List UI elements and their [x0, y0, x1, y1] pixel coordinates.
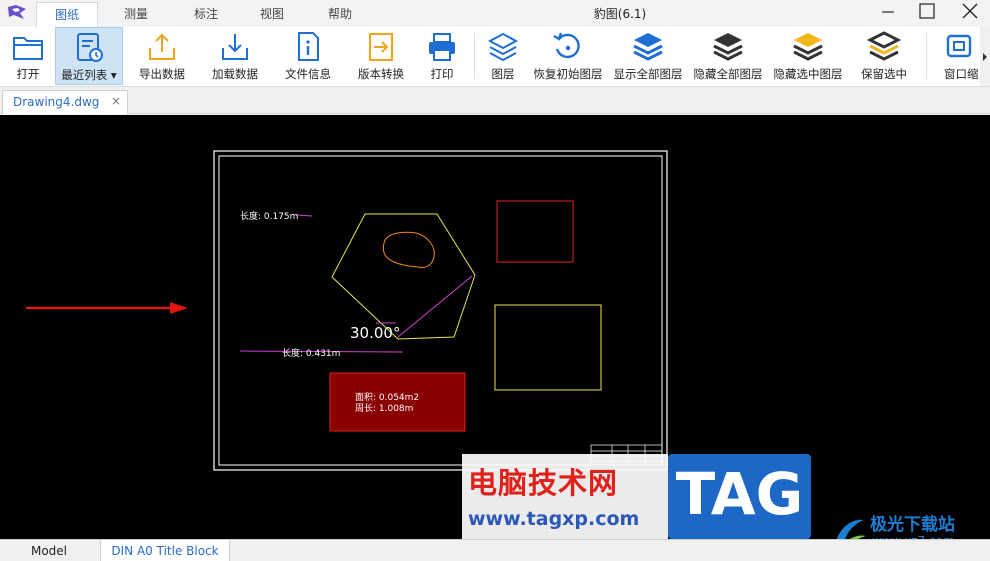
watermark-tag-text: TAG — [675, 460, 804, 528]
version-convert-label: 版本转换 — [358, 67, 404, 81]
restore-layers-icon — [553, 32, 580, 59]
show-layers-icon — [633, 33, 663, 61]
load-data-label: 加载数据 — [212, 67, 258, 81]
minimize-button[interactable] — [866, 0, 908, 24]
watermark-site: 电脑技术网 www.tagxp.com — [462, 454, 668, 539]
version-convert-icon — [369, 33, 393, 61]
tab-din-a0-title-block[interactable]: DIN A0 Title Block — [100, 540, 230, 561]
recent-list-label: 最近列表 ▾ — [61, 68, 117, 82]
load-data-button[interactable]: 加载数据 — [203, 27, 267, 85]
maximize-button[interactable] — [906, 0, 948, 24]
toolbar-separator — [926, 33, 927, 79]
layers-button[interactable]: 图层 — [480, 27, 526, 85]
show-all-layers-label: 显示全部图层 — [613, 67, 683, 81]
hide-layers-icon — [713, 33, 743, 61]
angle-label: 30.00° — [350, 324, 400, 342]
restore-layers-button[interactable]: 恢复初始图层 — [530, 27, 606, 85]
keep-selected-label: 保留选中 — [861, 67, 907, 81]
window-zoom-icon — [946, 34, 972, 58]
document-tab-name: Drawing4.dwg — [13, 95, 100, 109]
app-logo-icon — [8, 5, 26, 19]
export-icon — [149, 33, 175, 60]
window-zoom-label: 窗口缩 — [944, 67, 979, 81]
hide-selected-layer-icon — [793, 33, 823, 61]
title-bar: 图纸 测量 标注 视图 帮助 豹图(6.1) — [0, 0, 990, 27]
open-label: 打开 — [16, 67, 40, 81]
file-info-button[interactable]: 文件信息 — [276, 27, 340, 85]
recent-list-icon — [77, 33, 103, 62]
print-label: 打印 — [430, 67, 454, 81]
close-icon — [962, 3, 978, 19]
hide-all-layers-button[interactable]: 隐藏全部图层 — [690, 27, 766, 85]
watermark-site-name: 电脑技术网 — [468, 466, 619, 500]
yellow-rectangle[interactable] — [494, 304, 602, 391]
app-window: 图纸 测量 标注 视图 帮助 豹图(6.1) 打开 最近列表 ▾ 导出数据 加载… — [0, 0, 990, 561]
print-button[interactable]: 打印 — [418, 27, 466, 85]
layout-tab-strip: Model DIN A0 Title Block — [0, 539, 990, 561]
window-zoom-button[interactable]: 窗口缩 — [936, 27, 982, 85]
keep-selected-button[interactable]: 保留选中 — [852, 27, 916, 85]
menu-tab-view[interactable]: 视图 — [244, 2, 300, 27]
close-tab-icon[interactable]: × — [111, 94, 121, 108]
show-all-layers-button[interactable]: 显示全部图层 — [610, 27, 686, 85]
hide-all-layers-label: 隐藏全部图层 — [693, 67, 763, 81]
chevron-right-icon — [983, 53, 987, 61]
keep-selected-icon — [867, 31, 901, 61]
minimize-icon — [882, 11, 894, 13]
hide-selected-layer-label: 隐藏选中图层 — [773, 67, 843, 81]
file-info-icon — [298, 32, 319, 61]
watermark-logo-text: 极光下载站 — [870, 515, 955, 535]
document-tab-strip: Drawing4.dwg × — [0, 87, 990, 114]
document-tab[interactable]: Drawing4.dwg × — [2, 90, 128, 114]
import-icon — [222, 34, 248, 60]
angle-measure-line[interactable] — [397, 275, 473, 338]
recent-list-button[interactable]: 最近列表 ▾ — [55, 27, 123, 85]
length-label: 长度: 0.175m — [240, 210, 298, 222]
area-label: 面积: 0.054m2 — [355, 391, 419, 403]
hide-selected-layer-button[interactable]: 隐藏选中图层 — [770, 27, 846, 85]
maximize-icon — [919, 3, 935, 19]
restore-layers-label: 恢复初始图层 — [533, 67, 603, 81]
freeform-shape[interactable] — [382, 231, 435, 268]
toolbar-separator — [474, 33, 475, 79]
menu-tab-drawing[interactable]: 图纸 — [36, 2, 98, 27]
watermark-site-url: www.tagxp.com — [468, 508, 640, 530]
close-button[interactable] — [948, 0, 990, 24]
menu-tab-measure[interactable]: 测量 — [108, 2, 164, 27]
layers-icon — [487, 32, 519, 62]
open-button[interactable]: 打开 — [4, 27, 52, 85]
perimeter-label: 周长: 1.008m — [355, 402, 413, 414]
menu-tab-help[interactable]: 帮助 — [312, 2, 368, 27]
red-rectangle[interactable] — [496, 200, 574, 263]
layers-label: 图层 — [491, 67, 515, 81]
printer-icon — [429, 33, 455, 61]
menu-tab-annotate[interactable]: 标注 — [178, 2, 234, 27]
export-data-button[interactable]: 导出数据 — [130, 27, 194, 85]
version-convert-button[interactable]: 版本转换 — [349, 27, 413, 85]
app-title: 豹图(6.1) — [593, 7, 647, 21]
length-label: 长度: 0.431m — [282, 347, 340, 359]
file-info-label: 文件信息 — [285, 67, 331, 81]
watermark-tag: TAG — [668, 454, 811, 539]
arrow-icon — [26, 302, 188, 314]
ribbon-scroll-right[interactable] — [980, 27, 990, 86]
folder-icon — [13, 37, 43, 60]
export-data-label: 导出数据 — [139, 67, 185, 81]
tab-model[interactable]: Model — [0, 540, 98, 561]
ribbon-toolbar: 打开 最近列表 ▾ 导出数据 加载数据 文件信息 版本转换 打印 图层 恢复初始… — [0, 27, 990, 87]
